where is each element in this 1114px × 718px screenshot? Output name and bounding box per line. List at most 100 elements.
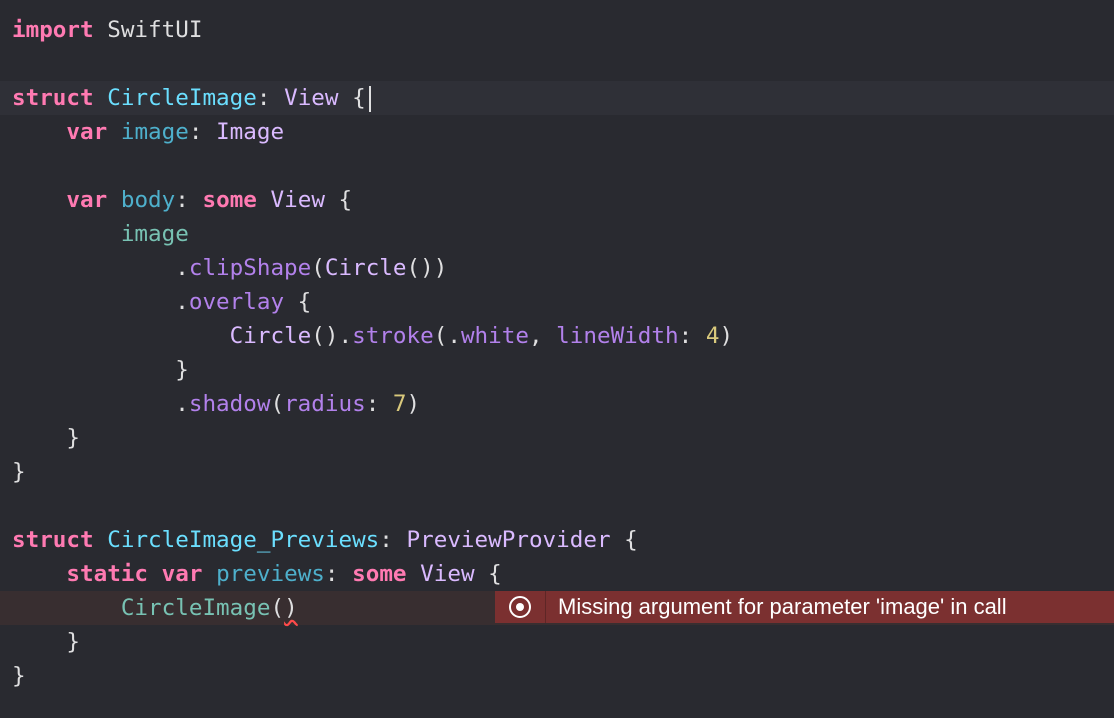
code-text: .overlay { xyxy=(12,285,311,319)
code-token: CircleImage_Previews xyxy=(107,527,380,553)
code-line[interactable]: static var previews: some View { xyxy=(0,557,1114,591)
code-token: 7 xyxy=(392,391,407,417)
code-token: body xyxy=(120,187,176,213)
code-line[interactable] xyxy=(0,489,1114,523)
code-line[interactable]: } xyxy=(0,625,1114,659)
code-token: , xyxy=(528,323,557,349)
code-line[interactable]: } xyxy=(0,659,1114,693)
code-token: struct xyxy=(12,85,94,111)
code-line[interactable]: image xyxy=(0,217,1114,251)
code-line[interactable]: struct CircleImage: View { xyxy=(0,81,1114,115)
code-token: View xyxy=(270,187,325,213)
code-text: Circle().stroke(.white, lineWidth: 4) xyxy=(12,319,733,353)
code-token: . xyxy=(12,255,189,281)
code-text: import SwiftUI xyxy=(12,13,202,47)
code-token: some xyxy=(352,561,407,587)
code-token: : xyxy=(188,119,217,145)
code-text: } xyxy=(12,421,80,455)
code-token: CircleImage xyxy=(107,85,257,111)
code-token: . xyxy=(12,289,189,315)
code-text: struct CircleImage_Previews: PreviewProv… xyxy=(12,523,638,557)
code-token: (). xyxy=(311,323,353,349)
code-token: : xyxy=(256,85,285,111)
code-line[interactable]: struct CircleImage_Previews: PreviewProv… xyxy=(0,523,1114,557)
code-line[interactable]: Circle().stroke(.white, lineWidth: 4) xyxy=(0,319,1114,353)
code-token: } xyxy=(12,663,26,689)
code-token: lineWidth xyxy=(556,323,679,349)
code-token: Circle xyxy=(324,255,407,281)
code-token: CircleImage xyxy=(120,595,271,621)
code-token: { xyxy=(610,527,638,553)
code-token: overlay xyxy=(188,289,285,315)
code-line[interactable] xyxy=(0,47,1114,81)
code-token: clipShape xyxy=(188,255,312,281)
error-message: Missing argument for parameter 'image' i… xyxy=(558,594,1007,619)
code-token: var xyxy=(161,561,203,587)
code-text: struct CircleImage: View { xyxy=(12,81,371,115)
code-line[interactable]: } xyxy=(0,455,1114,489)
code-token: white xyxy=(460,323,529,349)
code-token: } xyxy=(12,425,81,451)
code-line[interactable]: .clipShape(Circle()) xyxy=(0,251,1114,285)
code-token: static xyxy=(66,561,149,587)
code-token: radius xyxy=(284,391,366,417)
code-line[interactable]: var image: Image xyxy=(0,115,1114,149)
code-token: : xyxy=(379,527,407,553)
code-token: Circle xyxy=(229,323,312,349)
code-token: shadow xyxy=(188,391,271,417)
code-text: var body: some View { xyxy=(12,183,352,217)
error-banner[interactable]: Missing argument for parameter 'image' i… xyxy=(495,591,1114,623)
code-text: .clipShape(Circle()) xyxy=(12,251,447,285)
code-token: View xyxy=(420,561,475,587)
code-line[interactable]: } xyxy=(0,353,1114,387)
code-line[interactable]: import SwiftUI xyxy=(0,13,1114,47)
code-text: } xyxy=(12,353,189,387)
code-token: previews xyxy=(216,561,325,587)
code-line[interactable]: var body: some View { xyxy=(0,183,1114,217)
code-text: } xyxy=(12,625,80,659)
code-token: SwiftUI xyxy=(93,17,203,43)
code-token: PreviewProvider xyxy=(406,527,611,553)
code-token: . xyxy=(12,391,189,417)
code-token: stroke xyxy=(352,323,434,349)
code-text: static var previews: some View { xyxy=(12,557,502,591)
code-token: (. xyxy=(433,323,461,349)
code-line[interactable] xyxy=(0,149,1114,183)
code-line[interactable]: } xyxy=(0,421,1114,455)
code-text: } xyxy=(12,455,26,489)
error-circle-icon[interactable] xyxy=(495,591,546,623)
code-token: var xyxy=(66,119,108,145)
text-cursor xyxy=(368,85,371,112)
code-token: var xyxy=(66,187,108,213)
code-token: Image xyxy=(216,119,285,145)
code-token: : xyxy=(678,323,706,349)
code-line[interactable]: .overlay { xyxy=(0,285,1114,319)
code-line[interactable]: .shadow(radius: 7) xyxy=(0,387,1114,421)
code-token: View xyxy=(284,85,339,111)
code-token: { xyxy=(474,561,502,587)
code-text: image xyxy=(12,217,189,251)
code-token: : xyxy=(365,391,393,417)
code-token: import xyxy=(12,17,94,43)
code-token: ( xyxy=(270,595,285,621)
code-token: struct xyxy=(12,527,94,553)
code-token: ( xyxy=(270,391,285,417)
code-token: ( xyxy=(311,255,325,281)
code-token: } xyxy=(12,357,189,383)
code-token: image xyxy=(120,221,189,247)
code-token: : xyxy=(324,561,353,587)
code-token: some xyxy=(202,187,257,213)
code-token: } xyxy=(12,629,81,655)
code-token: { xyxy=(284,289,312,315)
code-text: .shadow(radius: 7) xyxy=(12,387,420,421)
code-token: ()) xyxy=(406,255,448,281)
